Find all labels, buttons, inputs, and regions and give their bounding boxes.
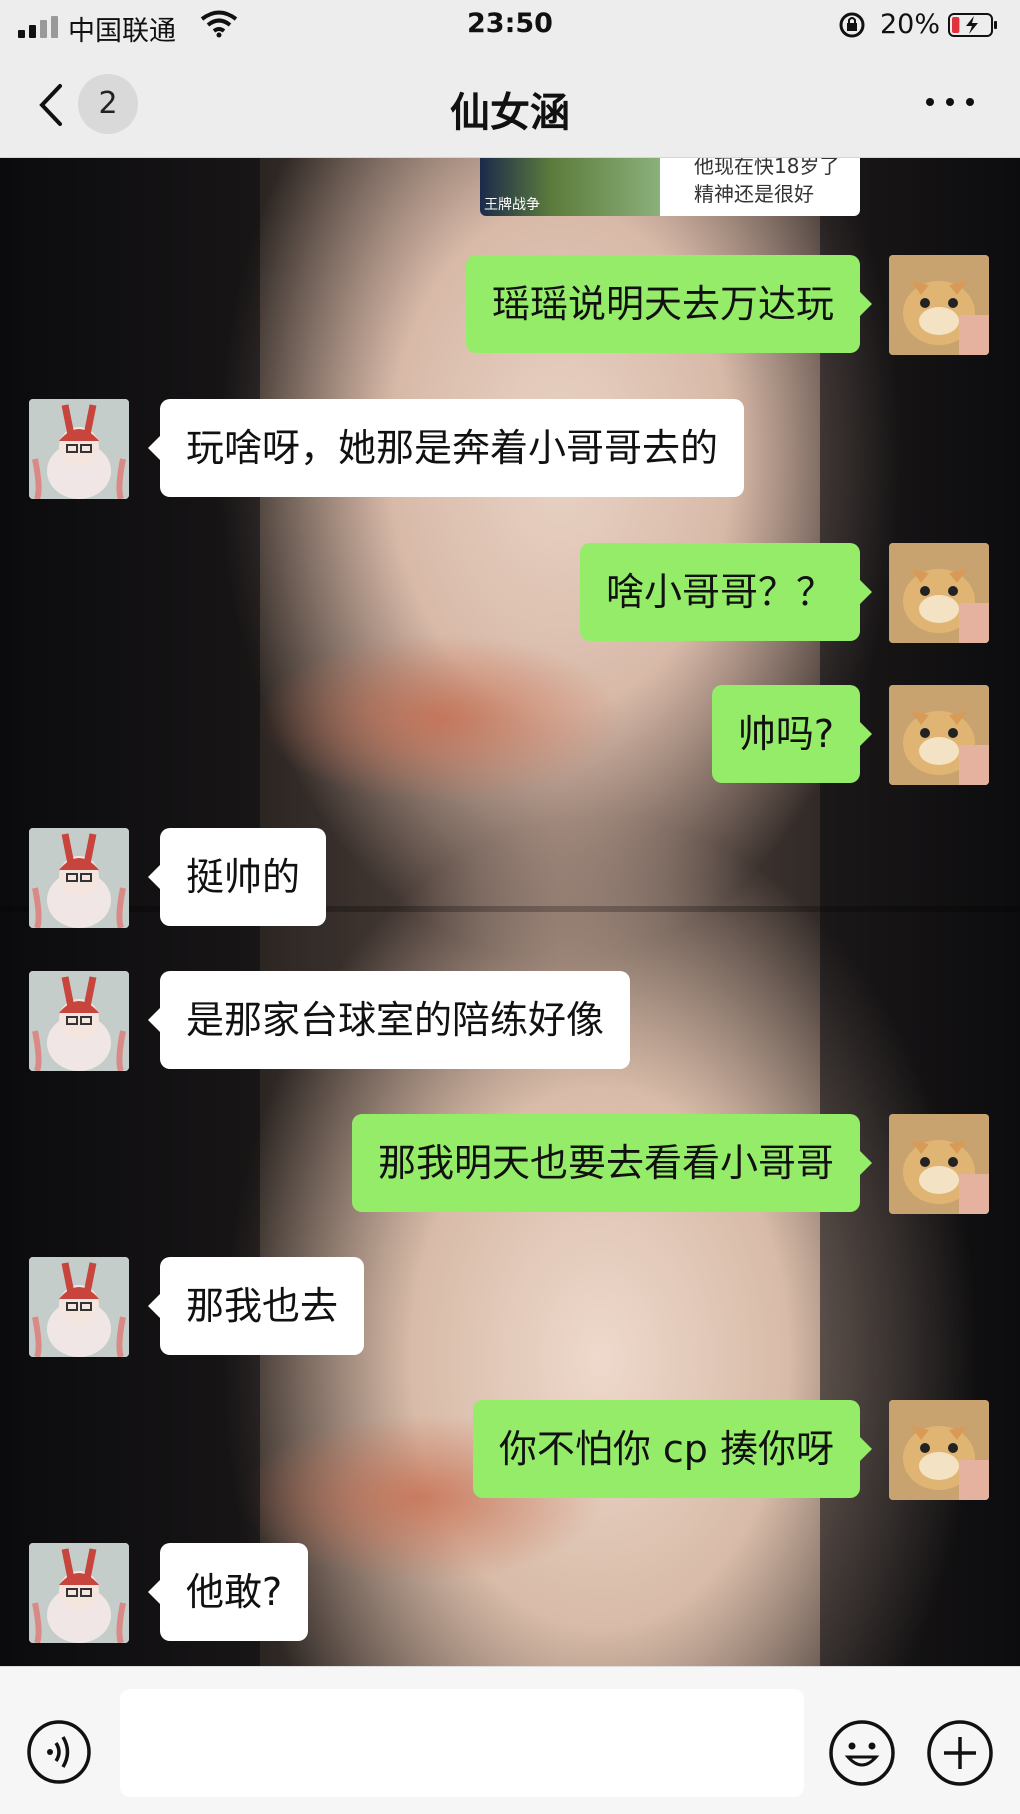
- emoji-icon[interactable]: [828, 1719, 896, 1787]
- contact-message-bubble[interactable]: 是那家台球室的陪练好像: [147, 971, 631, 1069]
- input-bar: [0, 1666, 1020, 1814]
- battery-charging-icon: [948, 13, 997, 37]
- contact-message-bubble[interactable]: 那我也去: [147, 1257, 365, 1355]
- message-row: 玩啥呀，她那是奔着小哥哥去的: [0, 399, 1020, 499]
- message-row: 那我也去: [0, 1257, 1020, 1357]
- contact-message-bubble[interactable]: 玩啥呀，她那是奔着小哥哥去的: [147, 399, 745, 497]
- contact-avatar[interactable]: [29, 1543, 129, 1643]
- nav-bar: 2 仙女涵: [0, 52, 1020, 157]
- my-message-bubble[interactable]: 帅吗?: [711, 685, 873, 783]
- orientation-lock-icon: [839, 12, 865, 38]
- message-input[interactable]: [120, 1689, 804, 1797]
- shared-image-text: 他现在快18岁了 精神还是很好: [694, 158, 839, 208]
- my-message-bubble[interactable]: 那我明天也要去看看小哥哥: [351, 1114, 873, 1212]
- contact-avatar[interactable]: [29, 399, 129, 499]
- contact-avatar[interactable]: [29, 971, 129, 1071]
- more-dots-icon[interactable]: [920, 82, 980, 122]
- contact-avatar[interactable]: [29, 1257, 129, 1357]
- message-row: 啥小哥哥？？: [0, 543, 1020, 643]
- shared-image-thumbnail: 王牌战争: [480, 158, 660, 216]
- my-avatar[interactable]: [889, 1114, 989, 1214]
- shared-image-text-line: 精神还是很好: [694, 182, 814, 206]
- my-message-bubble[interactable]: 啥小哥哥？？: [579, 543, 873, 641]
- contact-message-bubble[interactable]: 他敢?: [147, 1543, 309, 1641]
- my-avatar[interactable]: [889, 543, 989, 643]
- status-bar: 中国联通 23:50 20%: [0, 0, 1020, 52]
- my-message-bubble[interactable]: 瑶瑶说明天去万达玩: [465, 255, 873, 353]
- my-message-bubble[interactable]: 你不怕你 cp 揍你呀: [472, 1400, 873, 1498]
- clock: 23:50: [467, 8, 553, 39]
- contact-avatar[interactable]: [29, 828, 129, 928]
- shared-image-text-line: 他现在快18岁了: [694, 158, 840, 178]
- message-row: 他敢?: [0, 1543, 1020, 1643]
- message-row: 你不怕你 cp 揍你呀: [0, 1400, 1020, 1500]
- my-avatar[interactable]: [889, 1400, 989, 1500]
- battery-percent: 20%: [880, 9, 941, 40]
- shared-image-message[interactable]: 王牌战争 他现在快18岁了 精神还是很好: [480, 158, 860, 216]
- chat-area[interactable]: 王牌战争 他现在快18岁了 精神还是很好 瑶瑶说明天去万达玩玩啥呀，她那是奔着小…: [0, 158, 1020, 1666]
- contact-message-bubble[interactable]: 挺帅的: [147, 828, 327, 926]
- shared-image-caption: 王牌战争: [484, 197, 540, 213]
- message-row: 是那家台球室的陪练好像: [0, 971, 1020, 1071]
- message-row: 帅吗?: [0, 685, 1020, 785]
- my-avatar[interactable]: [889, 255, 989, 355]
- message-row: 挺帅的: [0, 828, 1020, 928]
- top-bar: 中国联通 23:50 20% 2 仙女涵: [0, 0, 1020, 158]
- plus-icon[interactable]: [926, 1719, 994, 1787]
- message-row: 那我明天也要去看看小哥哥: [0, 1114, 1020, 1214]
- my-avatar[interactable]: [889, 685, 989, 785]
- chat-title: 仙女涵: [450, 90, 570, 136]
- voice-icon[interactable]: [26, 1719, 92, 1785]
- message-row: 瑶瑶说明天去万达玩: [0, 255, 1020, 355]
